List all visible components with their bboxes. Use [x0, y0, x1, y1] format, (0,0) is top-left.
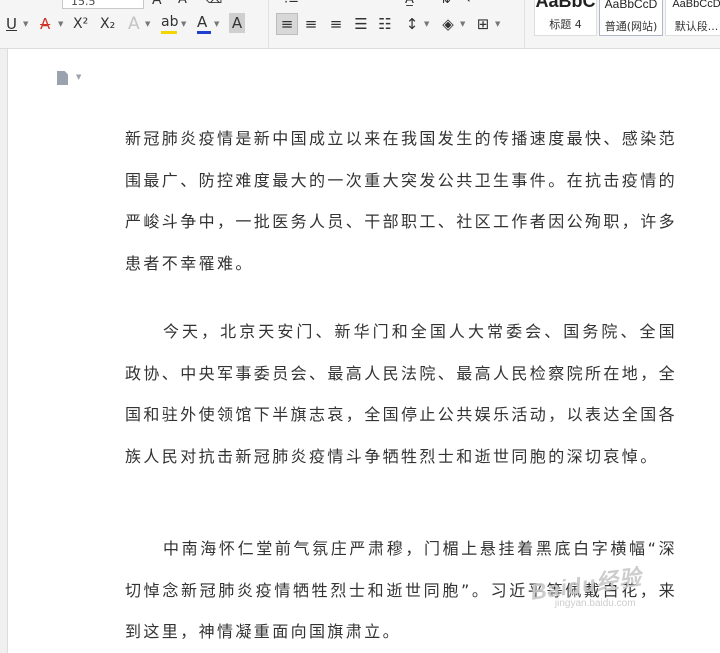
underline-button[interactable]: U: [6, 13, 17, 35]
chevron-down-icon[interactable]: ▼: [214, 13, 219, 35]
ribbon-toolbar: 15.5 A A ⌫ U ▼ A ▼ X² X₂ A ▼ ab ▼ A ▼ A …: [0, 0, 720, 49]
chevron-down-icon[interactable]: ▼: [23, 13, 28, 35]
chevron-down-icon[interactable]: ▼: [181, 13, 186, 35]
align-left-icon[interactable]: ≡: [279, 13, 295, 35]
paragraph-2[interactable]: 今天，北京天安门、新华门和全国人大常委会、国务院、全国政协、中央军事委员会、最高…: [125, 311, 677, 477]
superscript-button[interactable]: X²: [73, 13, 88, 35]
font-size-input[interactable]: 15.5: [62, 0, 144, 9]
clear-format-icon[interactable]: ⌫: [204, 0, 222, 11]
shading-fill-icon[interactable]: ◈: [440, 13, 456, 35]
chevron-down-icon[interactable]: ▼: [76, 73, 81, 81]
paragraph-1[interactable]: 新冠肺炎疫情是新中国成立以来在我国发生的传播速度最快、感染范围最广、防控难度最大…: [125, 118, 677, 284]
sort-icon[interactable]: ⇅: [440, 0, 451, 11]
strikethrough-button[interactable]: A: [40, 13, 50, 35]
font-color-button[interactable]: A: [197, 11, 207, 33]
align-right-icon[interactable]: ≡: [328, 13, 344, 35]
justify-icon[interactable]: ☰: [353, 13, 369, 35]
distributed-icon[interactable]: ☷: [377, 13, 393, 35]
toolbar-divider: [524, 0, 525, 48]
style-name-label: 普通(网站): [604, 20, 658, 33]
chevron-down-icon[interactable]: ▼: [424, 13, 429, 35]
toolbar-divider: [268, 0, 269, 48]
decrease-font-icon[interactable]: A: [178, 0, 187, 11]
subscript-button[interactable]: X₂: [100, 13, 115, 35]
align-center-icon[interactable]: ≡: [303, 13, 319, 35]
style-sample-text: AaBbCcD: [672, 0, 720, 10]
chevron-down-icon[interactable]: ▼: [495, 13, 500, 35]
chevron-down-icon[interactable]: ▼: [58, 13, 63, 35]
style-heading4[interactable]: AaBbC 标题 4: [534, 0, 597, 36]
chevron-down-icon[interactable]: ▼: [460, 13, 465, 35]
line-spacing-icon[interactable]: ↕: [404, 13, 420, 35]
style-default-paragraph[interactable]: AaBbCcD 默认段...: [665, 0, 720, 36]
highlight-color-bar: [161, 31, 177, 34]
style-sample-text: AaBbC: [535, 0, 596, 11]
text-effect-button[interactable]: A: [128, 13, 140, 35]
font-color-bar: [197, 31, 211, 34]
document-icon[interactable]: [57, 71, 68, 85]
show-marks-icon[interactable]: ↵: [466, 0, 477, 11]
highlight-button[interactable]: ab: [161, 11, 178, 33]
chevron-down-icon[interactable]: ▼: [145, 13, 150, 35]
char-shading-button[interactable]: A: [229, 13, 245, 33]
style-sample-text: AaBbCcD: [604, 0, 658, 11]
left-margin-strip: [0, 49, 8, 653]
bullets-icon[interactable]: ⁝≡: [284, 0, 299, 11]
style-normal-web[interactable]: AaBbCcD 普通(网站): [599, 0, 663, 36]
style-name-label: 默认段...: [674, 20, 719, 33]
borders-icon[interactable]: ⊞: [475, 13, 491, 35]
watermark-url: jingyan.baidu.com: [554, 597, 636, 609]
text-direction-icon[interactable]: A̲: [405, 0, 414, 11]
increase-font-icon[interactable]: A: [152, 0, 162, 11]
style-name-label: 标题 4: [549, 18, 582, 31]
